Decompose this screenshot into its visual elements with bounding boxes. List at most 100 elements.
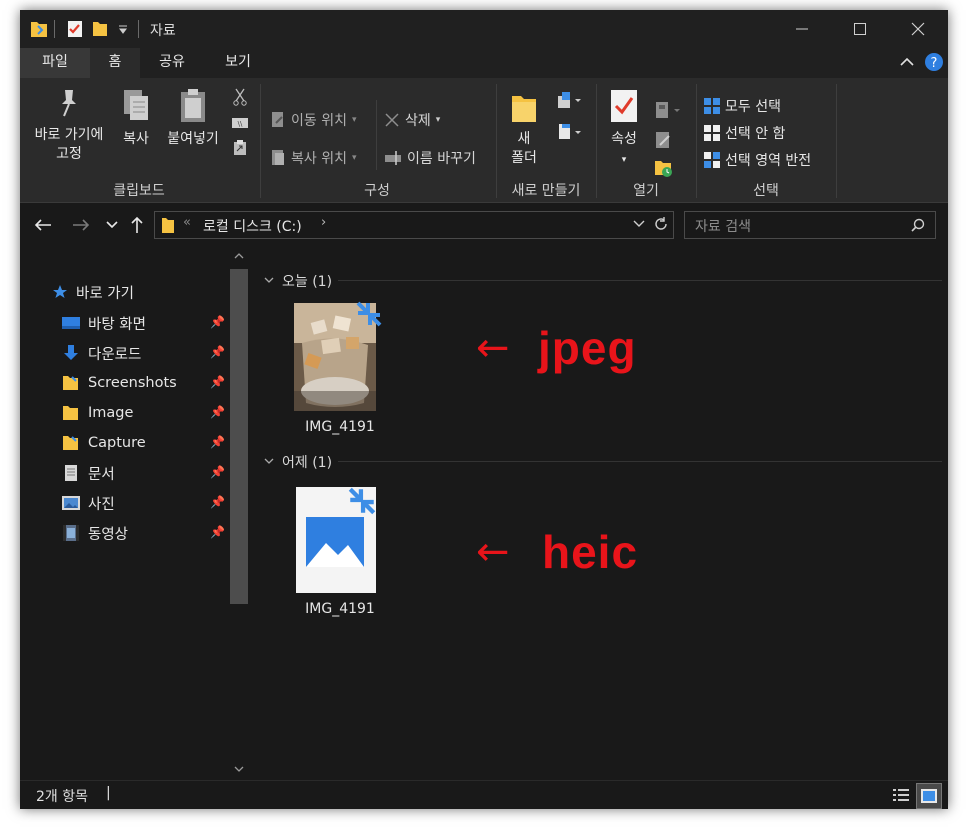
close-button[interactable] [889,10,947,48]
nav-item-desktop[interactable]: 바탕 화면 [62,310,146,336]
tab-view[interactable]: 보기 [212,48,264,78]
nav-item-pictures[interactable]: 사진 [62,490,115,516]
invert-selection-icon [704,152,720,168]
nav-item-label: Capture [88,435,146,451]
minimize-button[interactable] [773,10,831,48]
file-name: IMG_4191 [305,419,375,435]
nav-item-screenshots[interactable]: Screenshots [62,370,177,396]
nav-item-documents[interactable]: 문서 [62,460,115,486]
edit-icon[interactable] [654,130,674,150]
close-icon [911,22,925,36]
large-icons-view-button[interactable] [916,783,942,809]
desktop-icon [62,317,80,329]
back-icon[interactable] [34,218,52,232]
pin-icon: 📌 [210,495,225,509]
properties-button[interactable]: 속성 ▾ [604,88,644,170]
paste-label: 붙여넣기 [167,131,219,147]
nav-item-label: 동영상 [88,526,129,543]
search-box[interactable]: 자료 검색 [684,211,936,239]
item-count: 2개 항목 [36,789,88,805]
copy-to-button[interactable]: 복사 위치 ▾ [270,148,357,168]
help-icon[interactable]: ? [924,52,944,72]
tab-file[interactable]: 파일 [20,48,90,78]
nav-scrollbar[interactable] [230,245,248,780]
pin-icon: 📌 [210,315,225,329]
file-item-jpeg[interactable]: IMG_4191 [274,291,414,435]
folder-icon [162,218,174,233]
rename-label: 이름 바꾸기 [407,151,476,167]
pictures-icon [62,496,80,510]
copy-label: 복사 [123,131,149,147]
overflow-chevron-icon[interactable]: « [183,215,191,230]
properties-quick-icon[interactable] [66,19,84,39]
search-icon[interactable] [911,218,925,232]
copy-button[interactable]: 복사 [114,88,158,149]
recent-locations-icon[interactable] [106,221,118,229]
pin-icon: 📌 [210,345,225,359]
breadcrumb-chevron-icon[interactable]: › [321,215,326,230]
status-separator: | [106,785,111,801]
nav-scrollbar-thumb[interactable] [230,269,248,604]
up-icon[interactable] [130,216,144,234]
annotation-jpeg: jpeg [538,322,637,374]
nav-item-videos[interactable]: 동영상 [62,520,128,546]
pin-to-quick-access-button[interactable]: 바로 가기에 고정 [26,88,112,164]
nav-item-image[interactable]: Image [62,400,133,426]
pin-label-2: 고정 [56,146,82,162]
pin-icon: 📌 [210,375,225,389]
rename-button[interactable]: 이름 바꾸기 [384,148,476,168]
pin-icon: 📌 [210,405,225,419]
paste-button[interactable]: 붙여넣기 [160,88,226,149]
collapse-ribbon-icon[interactable] [900,57,914,67]
delete-label: 삭제 [405,113,431,129]
address-bar[interactable]: « 로컬 디스크 (C:) › [154,211,674,239]
paste-shortcut-icon[interactable] [233,140,247,156]
file-name: IMG_4191 [305,601,375,617]
pin-icon: 📌 [210,465,225,479]
window-title: 자료 [150,23,176,39]
easy-access-icon[interactable] [556,122,582,142]
properties-icon [611,90,637,122]
nav-quick-access[interactable]: 바로 가기 [52,279,134,305]
new-item-icon[interactable] [556,90,582,110]
chevron-down-icon [264,277,274,283]
forward-icon[interactable] [72,218,90,232]
cut-icon[interactable] [233,88,247,106]
select-none-icon [704,125,720,141]
svg-text:?: ? [931,56,938,71]
tab-share[interactable]: 공유 [146,48,198,78]
scroll-up-icon[interactable] [234,252,244,260]
copy-path-icon[interactable]: \\ [231,116,249,130]
invert-selection-button[interactable]: 선택 영역 반전 [704,150,811,170]
move-to-button[interactable]: 이동 위치 ▾ [270,110,357,130]
scroll-down-icon[interactable] [234,765,244,773]
file-list: 오늘 (1) IMG_4191 ← jpeg 어제 (1) IMG_4191 ←… [252,245,948,780]
file-item-heic[interactable]: IMG_4191 [274,473,414,623]
refresh-icon[interactable] [653,216,669,232]
open-icon[interactable] [654,100,684,120]
new-folder-quick-icon[interactable] [92,19,108,39]
annotation-heic: heic [542,526,639,578]
pin-icon: 📌 [210,435,225,449]
address-path[interactable]: 로컬 디스크 (C:) [203,216,302,236]
address-dropdown-icon[interactable] [633,220,645,228]
pin-icon: 📌 [210,525,225,539]
group-header-yesterday[interactable]: 어제 (1) [264,452,332,472]
ribbon-tabs: 파일 홈 공유 보기 ? [20,48,948,78]
details-view-icon[interactable] [892,787,910,803]
nav-item-downloads[interactable]: 다운로드 [62,340,141,366]
group-header-today[interactable]: 오늘 (1) [264,271,332,291]
paste-icon [181,89,205,122]
tab-home[interactable]: 홈 [90,48,140,78]
history-icon[interactable] [654,158,674,178]
maximize-button[interactable] [831,10,889,48]
delete-button[interactable]: 삭제 ▾ [384,110,440,130]
select-none-button[interactable]: 선택 안 함 [704,123,785,143]
select-all-button[interactable]: 모두 선택 [704,96,781,116]
nav-item-capture[interactable]: Capture [62,430,146,456]
nav-item-label: 사진 [88,496,115,513]
new-folder-button[interactable]: 새 폴더 [506,92,542,168]
clipboard-group-label: 클립보드 [113,183,165,199]
select-none-label: 선택 안 함 [725,126,786,142]
customize-quick-access-icon[interactable] [118,23,128,35]
